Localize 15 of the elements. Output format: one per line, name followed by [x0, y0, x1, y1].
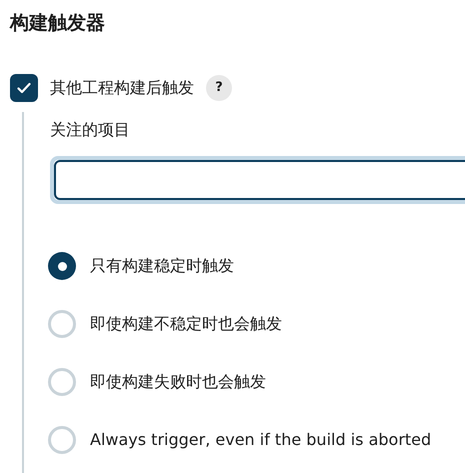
- radio-button[interactable]: [48, 310, 76, 338]
- radio-button[interactable]: [48, 426, 76, 454]
- radio-label: 只有构建稳定时触发: [90, 255, 234, 277]
- help-button[interactable]: ?: [206, 75, 232, 101]
- radio-label: 即使构建不稳定时也会触发: [90, 313, 282, 335]
- checkbox[interactable]: [10, 74, 38, 102]
- input-field[interactable]: [54, 160, 465, 200]
- checkmark-icon: [17, 82, 31, 94]
- section-title: 构建触发器: [10, 11, 105, 36]
- radio-button[interactable]: [48, 252, 76, 280]
- radio-label: Always trigger, even if the build is aborted: [90, 429, 432, 451]
- radio-button[interactable]: [48, 368, 76, 396]
- radio-label: 即使构建失败时也会触发: [90, 371, 266, 393]
- field-label: 关注的项目: [50, 119, 130, 141]
- checkbox-label: 其他工程构建后触发: [50, 77, 194, 99]
